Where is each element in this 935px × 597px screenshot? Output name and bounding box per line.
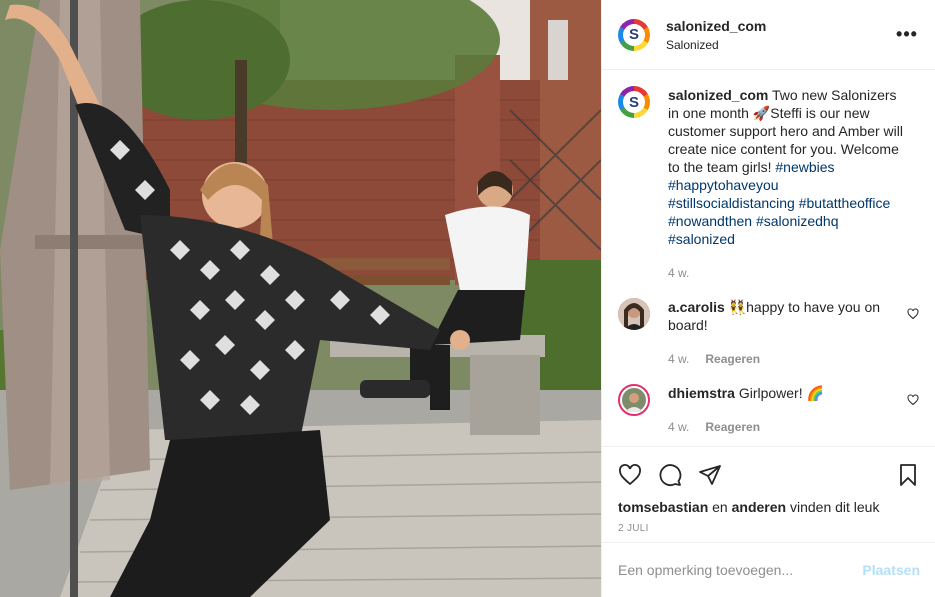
hashtag-link[interactable]: #nowandthen: [668, 213, 752, 229]
comment-meta: 4 w. Reageren: [668, 350, 903, 368]
photo-illustration: [0, 0, 601, 597]
comment-username[interactable]: dhiemstra: [668, 385, 735, 401]
comment-text: Girlpower! 🌈: [738, 385, 824, 401]
account-avatar[interactable]: S: [618, 18, 650, 51]
hashtag-link[interactable]: #butattheoffice: [799, 195, 891, 211]
comment-item: dhiemstra Girlpower! 🌈 4 w. Reageren: [618, 384, 919, 436]
bookmark-icon[interactable]: [896, 463, 920, 487]
likes-others-link[interactable]: anderen: [732, 499, 786, 515]
comment-icon[interactable]: [658, 463, 682, 487]
like-comment-heart-icon[interactable]: [907, 308, 919, 320]
post-date[interactable]: 2 JULI: [618, 523, 920, 534]
heart-icon[interactable]: [618, 463, 642, 487]
liker-username[interactable]: tomsebastian: [618, 499, 708, 515]
reply-button[interactable]: Reageren: [705, 418, 760, 436]
person-icon: [622, 388, 646, 412]
avatar[interactable]: [618, 384, 650, 416]
caption-avatar-letter: S: [623, 91, 645, 113]
post-header: S salonized_com Salonized •••: [602, 0, 935, 70]
avatar-letter: S: [623, 23, 645, 46]
header-username[interactable]: salonized_com: [666, 18, 895, 34]
avatar[interactable]: [618, 298, 650, 330]
comment-time[interactable]: 4 w.: [668, 418, 689, 436]
caption-meta: 4 w.: [668, 264, 903, 282]
post-comment-button[interactable]: Plaatsen: [862, 562, 920, 578]
comment-body: a.carolis 👯happy to have you on board! 4…: [668, 298, 919, 368]
comment-meta: 4 w. Reageren: [668, 418, 903, 436]
add-comment-bar: Een opmerking toevoegen... Plaatsen: [602, 542, 935, 597]
reply-button[interactable]: Reageren: [705, 350, 760, 368]
hashtag-link[interactable]: #stillsocialdistancing: [668, 195, 795, 211]
comment-input[interactable]: Een opmerking toevoegen...: [618, 562, 862, 578]
person-icon: [618, 298, 650, 330]
comment-username[interactable]: a.carolis: [668, 299, 725, 315]
comment-time[interactable]: 4 w.: [668, 350, 689, 368]
likes-summary: tomsebastian en anderen vinden dit leuk: [618, 499, 920, 515]
likes-connector: en: [712, 499, 728, 515]
post-actions: tomsebastian en anderen vinden dit leuk …: [602, 446, 935, 534]
hashtag-link[interactable]: #salonized: [668, 231, 735, 247]
comments-list: S salonized_com Two new Salonizers in on…: [602, 70, 935, 446]
instagram-post: S salonized_com Salonized ••• S salonize…: [0, 0, 935, 597]
share-icon[interactable]: [698, 463, 722, 487]
hashtag-link[interactable]: #happytohaveyou: [668, 177, 779, 193]
post-photo[interactable]: [0, 0, 601, 597]
more-icon[interactable]: •••: [895, 24, 919, 45]
header-subtitle[interactable]: Salonized: [666, 38, 895, 52]
hashtag-link[interactable]: #newbies: [775, 159, 834, 175]
hashtag-link[interactable]: #salonizedhq: [756, 213, 839, 229]
caption: S salonized_com Two new Salonizers in on…: [618, 86, 919, 282]
caption-body: salonized_com Two new Salonizers in one …: [668, 86, 919, 282]
post-details-panel: S salonized_com Salonized ••• S salonize…: [601, 0, 935, 597]
caption-time[interactable]: 4 w.: [668, 264, 689, 282]
comment-body: dhiemstra Girlpower! 🌈 4 w. Reageren: [668, 384, 919, 436]
likes-suffix: vinden dit leuk: [789, 499, 880, 515]
caption-username[interactable]: salonized_com: [668, 87, 768, 103]
caption-avatar[interactable]: S: [618, 86, 650, 118]
comment-item: a.carolis 👯happy to have you on board! 4…: [618, 298, 919, 368]
like-comment-heart-icon[interactable]: [907, 394, 919, 406]
action-icons: [618, 455, 920, 495]
header-text: salonized_com Salonized: [666, 18, 895, 52]
